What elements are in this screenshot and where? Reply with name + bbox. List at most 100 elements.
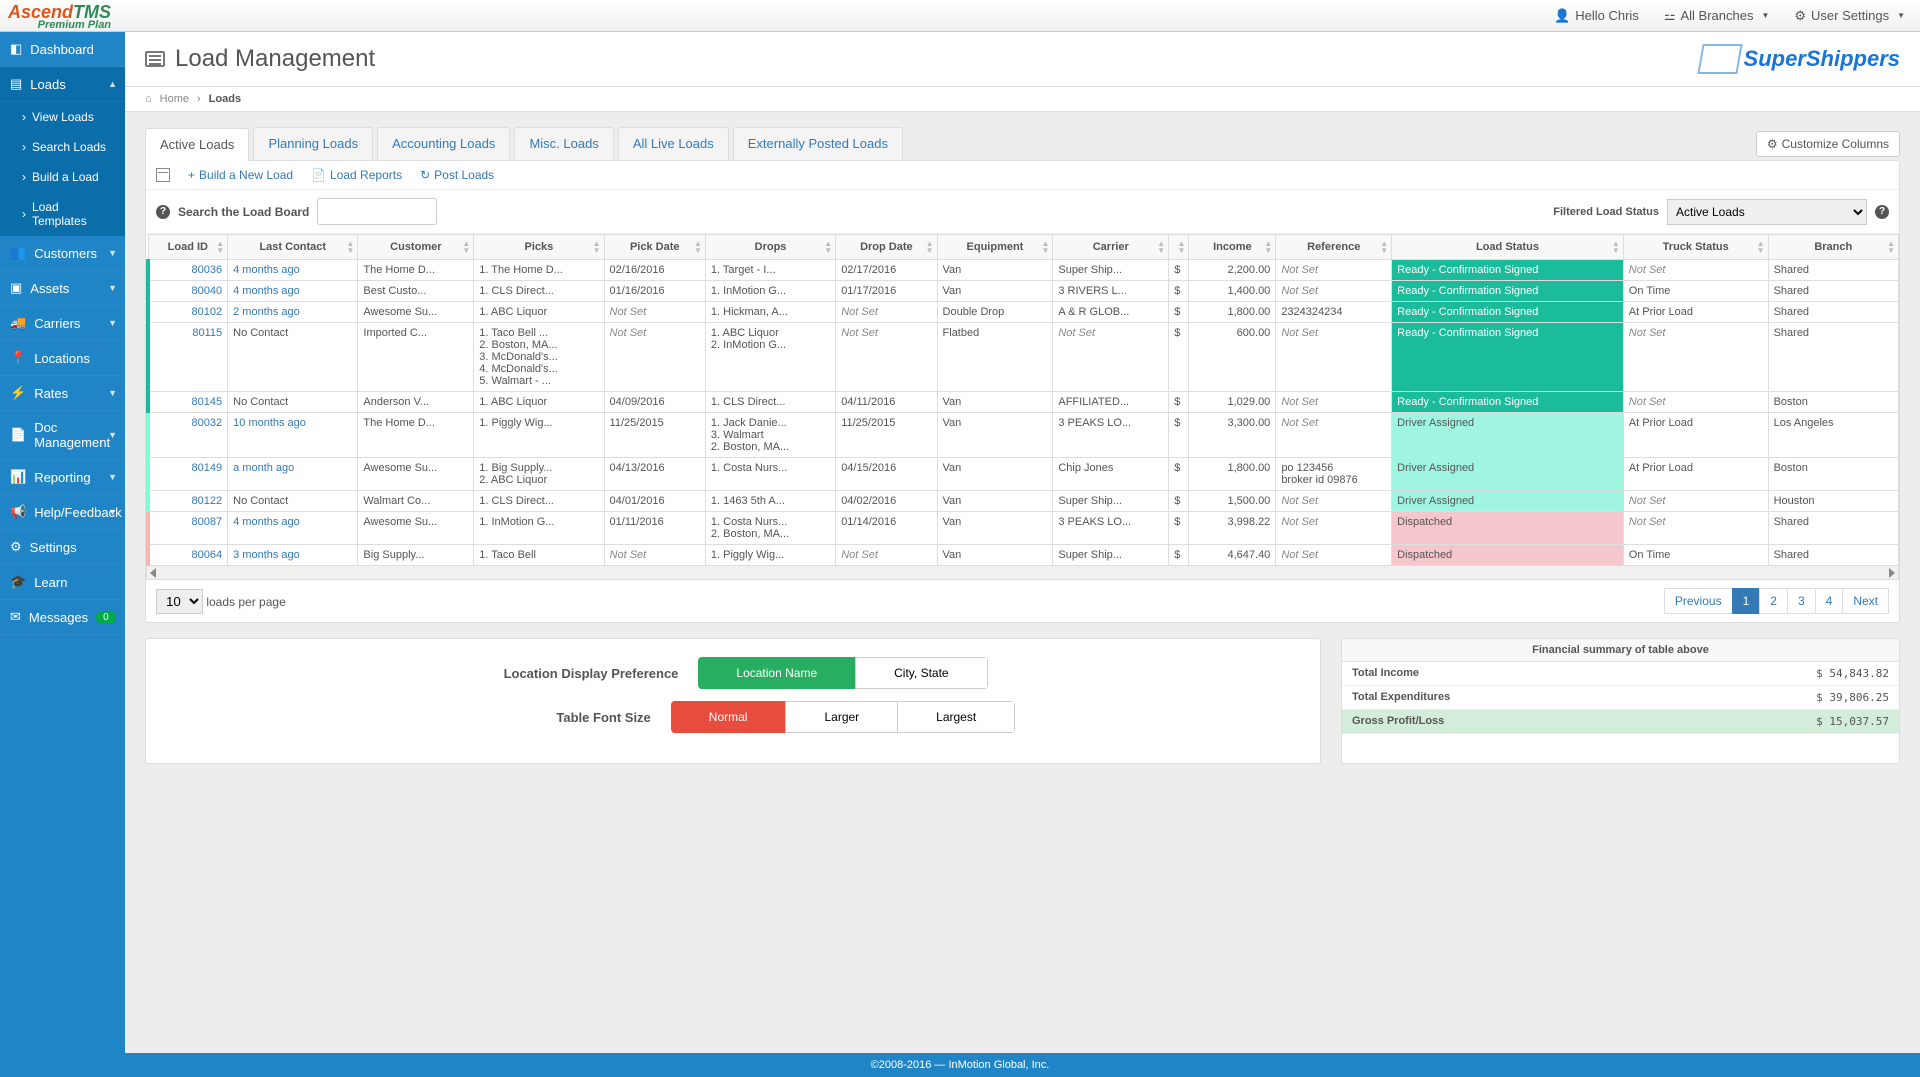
financial-title: Financial summary of table above [1342, 639, 1899, 662]
column-header[interactable]: Pick Date▲▼ [604, 235, 705, 260]
doc-icon: 📄 [10, 427, 26, 443]
column-header[interactable]: Picks▲▼ [474, 235, 604, 260]
table-row[interactable]: 800643 months agoBig Supply...1. Taco Be… [148, 545, 1899, 566]
user-settings-menu[interactable]: ⚙User Settings [1794, 8, 1905, 24]
table-row[interactable]: 800364 months agoThe Home D...1. The Hom… [148, 260, 1899, 281]
loads-table: Load ID▲▼Last Contact▲▼Customer▲▼Picks▲▼… [146, 234, 1899, 566]
tab-misc-loads[interactable]: Misc. Loads [514, 127, 613, 160]
column-header[interactable]: Customer▲▼ [358, 235, 474, 260]
pager-2[interactable]: 2 [1759, 588, 1788, 614]
column-header[interactable]: Carrier▲▼ [1053, 235, 1169, 260]
rates-icon: ⚡ [10, 385, 26, 401]
sidebar-sub-view-loads[interactable]: ›View Loads [0, 102, 125, 132]
sidebar-item-reporting[interactable]: 📊Reporting▼ [0, 460, 125, 495]
breadcrumb-home[interactable]: Home [160, 93, 189, 105]
search-input[interactable] [317, 198, 437, 225]
dashboard-icon: ◧ [10, 41, 22, 57]
user-menu[interactable]: 👤Hello Chris [1554, 8, 1639, 24]
financial-row: Total Income$ 54,843.82 [1342, 662, 1899, 686]
table-row[interactable]: 80145No ContactAnderson V...1. ABC Liquo… [148, 392, 1899, 413]
chevron-right-icon: › [22, 207, 26, 221]
tab-all-live-loads[interactable]: All Live Loads [618, 127, 729, 160]
page-title: Load Management [145, 45, 375, 73]
tab-planning-loads[interactable]: Planning Loads [253, 127, 373, 160]
column-header[interactable]: Drop Date▲▼ [836, 235, 937, 260]
help-icon[interactable]: ? [1875, 205, 1889, 219]
carriers-icon: 🚚 [10, 315, 26, 331]
table-row[interactable]: 8003210 months agoThe Home D...1. Piggly… [148, 413, 1899, 458]
financial-summary-panel: Financial summary of table above Total I… [1341, 638, 1900, 764]
tab-accounting-loads[interactable]: Accounting Loads [377, 127, 510, 160]
sidebar-item-messages[interactable]: ✉Messages0 [0, 600, 125, 635]
font-larger-toggle[interactable]: Larger [785, 701, 898, 733]
home-icon[interactable]: ⌂ [145, 93, 152, 105]
sidebar-item-locations[interactable]: 📍Locations [0, 341, 125, 376]
sidebar: ◧Dashboard▤Loads▲›View Loads›Search Load… [0, 32, 125, 1053]
app-logo: AscendTMS Premium Plan [8, 2, 111, 31]
sidebar-sub-search-loads[interactable]: ›Search Loads [0, 132, 125, 162]
pager-previous[interactable]: Previous [1664, 588, 1733, 614]
tab-active-loads[interactable]: Active Loads [145, 128, 249, 161]
column-header[interactable]: Income▲▼ [1189, 235, 1276, 260]
location-name-toggle[interactable]: Location Name [698, 657, 856, 689]
sidebar-sub-load-templates[interactable]: ›Load Templates [0, 192, 125, 236]
sidebar-item-assets[interactable]: ▣Assets▼ [0, 271, 125, 306]
post-loads-link[interactable]: ↻Post Loads [420, 168, 494, 182]
financial-row: Gross Profit/Loss$ 15,037.57 [1342, 710, 1899, 734]
table-row[interactable]: 800874 months agoAwesome Su...1. InMotio… [148, 512, 1899, 545]
font-size-label: Table Font Size [451, 710, 651, 725]
table-row[interactable]: 800404 months agoBest Custo...1. CLS Dir… [148, 281, 1899, 302]
super-shippers-logo: SuperShippers [1700, 44, 1900, 74]
horizontal-scrollbar[interactable] [146, 566, 1899, 580]
city-state-toggle[interactable]: City, State [855, 657, 987, 689]
build-new-load-link[interactable]: +Build a New Load [188, 168, 293, 182]
font-largest-toggle[interactable]: Largest [897, 701, 1015, 733]
sidebar-item-doc-management[interactable]: 📄Doc Management▼ [0, 411, 125, 460]
table-row[interactable]: 80149a month agoAwesome Su...1. Big Supp… [148, 458, 1899, 491]
column-header[interactable]: Load Status▲▼ [1392, 235, 1624, 260]
pager-1[interactable]: 1 [1732, 588, 1761, 614]
column-header[interactable]: Branch▲▼ [1768, 235, 1898, 260]
table-row[interactable]: 80115No ContactImported C...1. Taco Bell… [148, 323, 1899, 392]
breadcrumb: ⌂ Home › Loads [125, 87, 1920, 112]
branches-menu[interactable]: ⚍All Branches [1664, 8, 1770, 24]
column-header[interactable]: ▲▼ [1169, 235, 1189, 260]
customize-columns-button[interactable]: ⚙Customize Columns [1756, 131, 1900, 157]
breadcrumb-current: Loads [209, 93, 241, 105]
pager-next[interactable]: Next [1842, 588, 1889, 614]
pager-3[interactable]: 3 [1787, 588, 1816, 614]
column-header[interactable]: Last Contact▲▼ [228, 235, 358, 260]
sidebar-item-help-feedback[interactable]: 📢Help/Feedback▼ [0, 495, 125, 530]
column-header[interactable]: Equipment▲▼ [937, 235, 1053, 260]
column-header[interactable]: Load ID▲▼ [148, 235, 228, 260]
load-reports-link[interactable]: 📄Load Reports [311, 168, 402, 182]
filter-label: Filtered Load Status [1553, 206, 1659, 218]
plus-icon: + [188, 168, 195, 182]
calendar-icon[interactable] [156, 168, 170, 182]
font-normal-toggle[interactable]: Normal [671, 701, 787, 733]
sidebar-item-loads[interactable]: ▤Loads▲ [0, 67, 125, 102]
chevron-right-icon: › [22, 140, 26, 154]
pager-4[interactable]: 4 [1815, 588, 1844, 614]
column-header[interactable]: Truck Status▲▼ [1623, 235, 1768, 260]
report-icon: 📊 [10, 469, 26, 485]
column-header[interactable]: Drops▲▼ [705, 235, 835, 260]
per-page-select[interactable]: 10 [156, 589, 203, 614]
sidebar-sub-build-a-load[interactable]: ›Build a Load [0, 162, 125, 192]
search-label: Search the Load Board [178, 205, 309, 219]
sidebar-item-customers[interactable]: 👥Customers▼ [0, 236, 125, 271]
chevron-right-icon: › [22, 170, 26, 184]
filter-status-select[interactable]: Active Loads [1667, 199, 1867, 225]
sidebar-item-dashboard[interactable]: ◧Dashboard [0, 32, 125, 67]
table-row[interactable]: 80122No ContactWalmart Co...1. CLS Direc… [148, 491, 1899, 512]
table-row[interactable]: 801022 months agoAwesome Su...1. ABC Liq… [148, 302, 1899, 323]
column-header[interactable]: Reference▲▼ [1276, 235, 1392, 260]
sidebar-item-learn[interactable]: 🎓Learn [0, 565, 125, 600]
learn-icon: 🎓 [10, 574, 26, 590]
footer-bar: ©2008-2016 — InMotion Global, Inc. [0, 1053, 1920, 1077]
sidebar-item-settings[interactable]: ⚙Settings [0, 530, 125, 565]
help-icon[interactable]: ? [156, 205, 170, 219]
tab-externally-posted-loads[interactable]: Externally Posted Loads [733, 127, 903, 160]
sidebar-item-carriers[interactable]: 🚚Carriers▼ [0, 306, 125, 341]
sidebar-item-rates[interactable]: ⚡Rates▼ [0, 376, 125, 411]
